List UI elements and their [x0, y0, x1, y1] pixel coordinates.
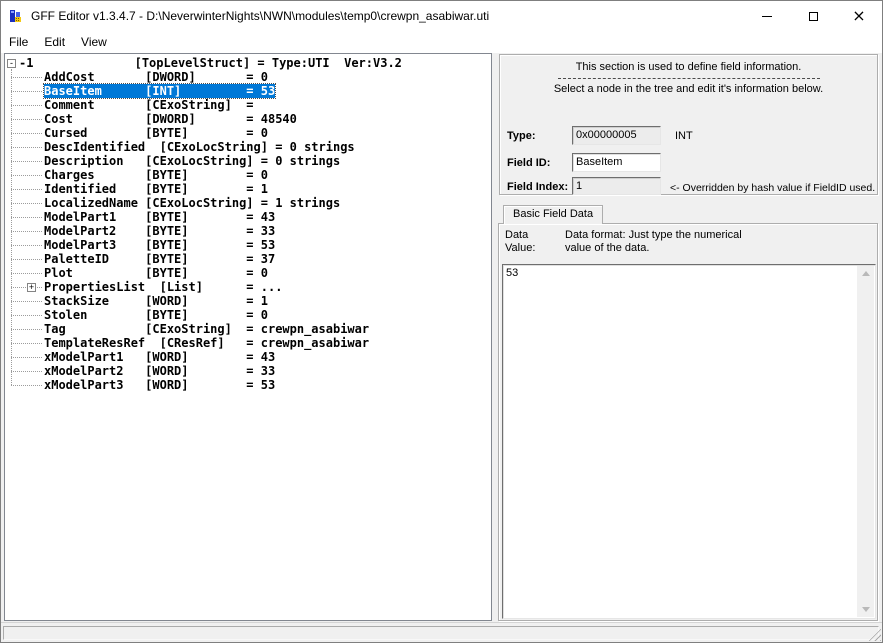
tree-connector-line	[11, 259, 42, 260]
tree-connector-line	[11, 203, 42, 204]
type-label: Type:	[507, 130, 536, 142]
status-bar	[1, 622, 882, 642]
gff-editor-window: GFF Editor v1.3.4.7 - D:\NeverwinterNigh…	[0, 0, 883, 643]
tree-connector-line	[11, 371, 42, 372]
tree-row[interactable]: xModelPart3 [WORD] = 53	[44, 378, 275, 392]
field-id-input[interactable]: BaseItem	[572, 153, 661, 172]
maximize-button[interactable]	[790, 1, 836, 31]
type-field[interactable]: 0x00000005	[572, 126, 661, 145]
tree-row[interactable]: ModelPart1 [BYTE] = 43	[44, 210, 275, 224]
menu-view[interactable]: View	[81, 31, 107, 53]
tree-row[interactable]: PropertiesList [List] = ...	[44, 280, 282, 294]
tree-row[interactable]: xModelPart2 [WORD] = 33	[44, 364, 275, 378]
gff-tree: --1 [TopLevelStruct] = Type:UTI Ver:V3.2…	[6, 55, 490, 619]
scroll-down-button[interactable]	[857, 602, 874, 617]
tree-row[interactable]: DescIdentified [CExoLocString] = 0 strin…	[44, 140, 355, 154]
field-index-note: <- Overridden by hash value if FieldID u…	[670, 182, 875, 194]
tree-connector-line	[11, 91, 42, 92]
root-expander-icon[interactable]: -	[7, 59, 16, 68]
close-button[interactable]: ×	[836, 1, 882, 31]
tree-row[interactable]: Stolen [BYTE] = 0	[44, 308, 268, 322]
gff-tree-panel: --1 [TopLevelStruct] = Type:UTI Ver:V3.2…	[4, 53, 492, 621]
tree-row[interactable]: Cursed [BYTE] = 0	[44, 126, 268, 140]
maximize-icon	[809, 12, 818, 21]
tree-connector-line	[11, 315, 42, 316]
menu-bar: File Edit View	[1, 31, 882, 53]
tree-row[interactable]: LocalizedName [CExoLocString] = 1 string…	[44, 196, 340, 210]
tree-row[interactable]: Cost [DWORD] = 48540	[44, 112, 297, 126]
vertical-scrollbar[interactable]	[857, 266, 874, 617]
tree-connector-line	[11, 189, 42, 190]
field-index-label: Field Index:	[507, 181, 568, 193]
app-icon[interactable]	[9, 8, 25, 24]
tree-row[interactable]: ModelPart3 [BYTE] = 53	[44, 238, 275, 252]
tree-row[interactable]: PaletteID [BYTE] = 37	[44, 252, 275, 266]
data-value-text: 53	[506, 267, 855, 280]
menu-edit[interactable]: Edit	[44, 31, 65, 53]
data-value-label: Data Value:	[505, 229, 535, 255]
title-bar: GFF Editor v1.3.4.7 - D:\NeverwinterNigh…	[1, 1, 882, 31]
tree-connector-line	[11, 217, 42, 218]
tree-row[interactable]: -1 [TopLevelStruct] = Type:UTI Ver:V3.2	[19, 56, 402, 70]
tree-row[interactable]: Description [CExoLocString] = 0 strings	[44, 154, 340, 168]
tree-connector-line	[11, 301, 42, 302]
tree-row[interactable]: Tag [CExoString] = crewpn_asabiwar	[44, 322, 369, 336]
tree-connector-line	[11, 175, 42, 176]
tree-row[interactable]: xModelPart1 [WORD] = 43	[44, 350, 275, 364]
tree-connector-line	[11, 343, 42, 344]
tree-row[interactable]: ModelPart2 [BYTE] = 33	[44, 224, 275, 238]
data-format-hint: Data format: Just type the numerical val…	[565, 229, 742, 255]
field-info-header: This section is used to define field inf…	[500, 61, 877, 73]
scroll-down-icon	[862, 607, 870, 612]
tree-connector-line	[11, 161, 42, 162]
field-index-field[interactable]: 1	[572, 177, 661, 195]
close-icon: ×	[852, 8, 865, 24]
tree-row[interactable]: TemplateResRef [CResRef] = crewpn_asabiw…	[44, 336, 369, 350]
tree-connector-line	[11, 119, 42, 120]
tree-row[interactable]: StackSize [WORD] = 1	[44, 294, 268, 308]
tab-basic-field-data[interactable]: Basic Field Data	[503, 205, 603, 224]
tree-connector-line	[11, 329, 42, 330]
basic-field-data-page: Data Value: Data format: Just type the n…	[498, 223, 878, 621]
menu-file[interactable]: File	[9, 31, 28, 53]
tree-row[interactable]: AddCost [DWORD] = 0	[44, 70, 268, 84]
minimize-icon	[762, 16, 772, 17]
tree-row[interactable]: Charges [BYTE] = 0	[44, 168, 268, 182]
minimize-button[interactable]	[744, 1, 790, 31]
field-info-subheader: Select a node in the tree and edit it's …	[500, 83, 877, 95]
scroll-up-icon	[862, 271, 870, 276]
dashed-separator	[558, 78, 820, 79]
field-id-label: Field ID:	[507, 157, 550, 169]
tree-connector-line	[11, 77, 42, 78]
scroll-up-button[interactable]	[857, 266, 874, 281]
tree-connector-line	[11, 147, 42, 148]
expand-icon[interactable]: +	[27, 283, 36, 292]
tree-row[interactable]: Comment [CExoString] =	[44, 98, 254, 112]
tree-connector-line	[11, 385, 42, 386]
data-value-textarea[interactable]: 53	[502, 264, 876, 619]
tree-connector-line	[11, 133, 42, 134]
tree-row[interactable]: Identified [BYTE] = 1	[44, 182, 268, 196]
tree-connector-line	[11, 357, 42, 358]
tree-connector-line	[11, 245, 42, 246]
tree-connector-line	[11, 105, 42, 106]
tree-connector-line	[11, 231, 42, 232]
field-info-groupbox: This section is used to define field inf…	[499, 54, 878, 195]
type-name-text: INT	[675, 130, 693, 142]
tree-connector-line	[11, 273, 42, 274]
status-pane	[3, 626, 879, 640]
tree-row[interactable]: BaseItem [INT] = 53	[44, 84, 275, 98]
window-title: GFF Editor v1.3.4.7 - D:\NeverwinterNigh…	[31, 1, 489, 31]
tree-trunk-line	[11, 69, 12, 385]
tree-row[interactable]: Plot [BYTE] = 0	[44, 266, 268, 280]
